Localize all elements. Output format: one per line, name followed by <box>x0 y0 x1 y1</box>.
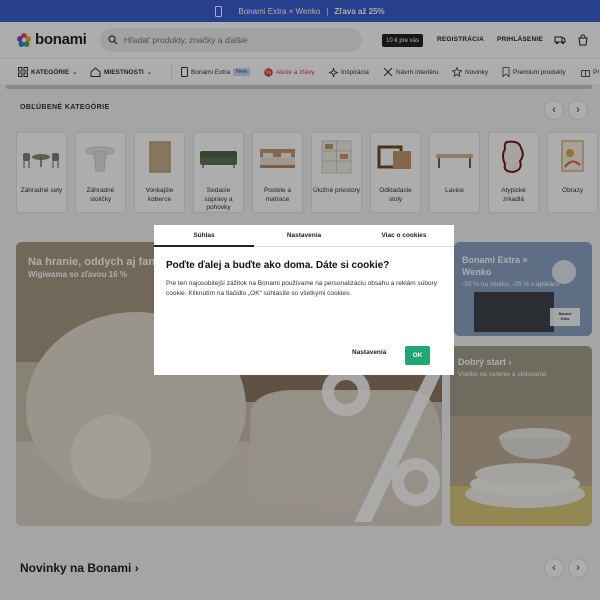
cookie-dialog: Súhlas Nastavenia Viac o cookies Poďte ď… <box>154 225 454 375</box>
cookie-settings-button[interactable]: Nastavenia <box>352 349 386 356</box>
tab-more-info[interactable]: Viac o cookies <box>354 225 454 247</box>
tab-settings[interactable]: Nastavenia <box>254 225 354 247</box>
cookie-title: Poďte ďalej a buďte ako doma. Dáte si co… <box>166 260 390 271</box>
tab-consent[interactable]: Súhlas <box>154 225 254 247</box>
cookie-tabs: Súhlas Nastavenia Viac o cookies <box>154 225 454 247</box>
cookie-ok-button[interactable]: OK <box>405 346 430 365</box>
cookie-text: Pre ten najosobitejší zážitok na Bonami … <box>166 280 437 297</box>
